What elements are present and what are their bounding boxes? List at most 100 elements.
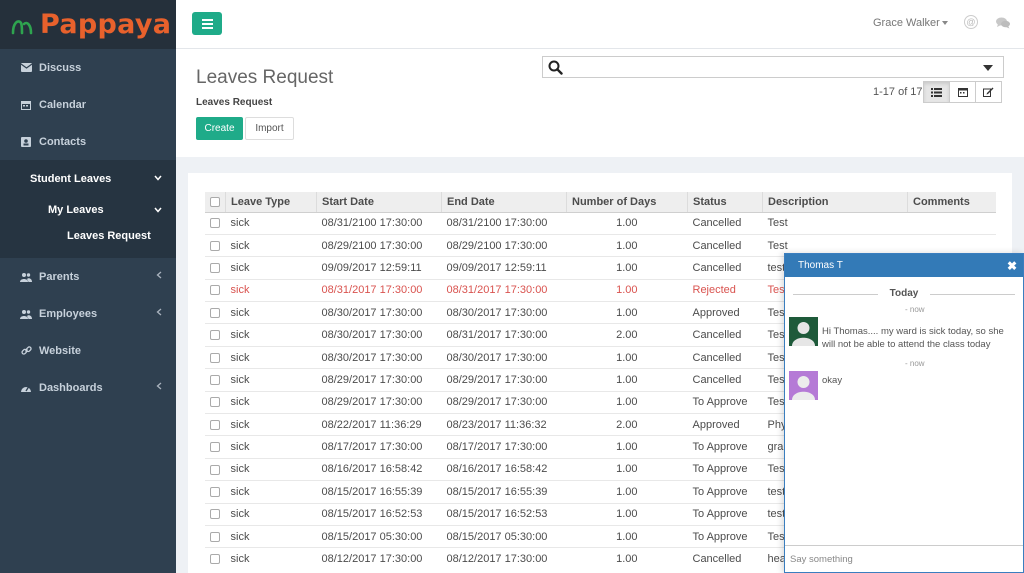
user-menu[interactable]: Grace Walker [873, 17, 940, 29]
row-checkbox[interactable] [210, 509, 220, 520]
column-header-number-of-days[interactable]: Number of Days [566, 192, 688, 213]
status-cell: Approved [687, 301, 763, 324]
column-header-end-date[interactable]: End Date [441, 192, 567, 213]
purple-avatar-icon [789, 371, 818, 400]
row-checkbox[interactable] [210, 419, 220, 430]
status-cell: Cancelled [687, 233, 763, 257]
chevron-left-icon [156, 382, 162, 393]
search-options-caret-icon[interactable] [983, 65, 993, 71]
row-checkbox[interactable] [210, 442, 220, 453]
row-checkbox[interactable] [210, 307, 220, 318]
row-checkbox[interactable] [210, 554, 220, 565]
top-bar: Grace Walker @ [176, 0, 1024, 49]
start-date-cell: 08/29/2017 17:30:00 [316, 368, 442, 392]
row-checkbox-cell[interactable] [205, 413, 226, 436]
column-header-status[interactable]: Status [687, 192, 763, 213]
chat-bubbles-icon[interactable] [996, 17, 1010, 32]
edit-icon [983, 87, 994, 97]
status-cell: Cancelled [687, 211, 763, 235]
status-cell: Rejected [687, 278, 763, 302]
status-cell: To Approve [687, 390, 763, 414]
column-header-comments[interactable]: Comments [907, 192, 996, 213]
page-title: Leaves Request [196, 67, 334, 88]
row-checkbox-cell[interactable] [205, 211, 226, 235]
status-cell: Approved [687, 413, 763, 436]
row-checkbox-cell[interactable] [205, 323, 226, 347]
row-checkbox[interactable] [210, 531, 220, 542]
leave-type-cell: sick [225, 457, 317, 481]
sidebar-item-leaves-request[interactable]: Leaves Request [0, 223, 176, 249]
row-checkbox[interactable] [210, 464, 220, 475]
select-all-checkbox-cell[interactable] [205, 192, 226, 213]
chat-window: Thomas T ✖ Today - now Hi Thomas.... my … [784, 253, 1024, 573]
menu-toggle-button[interactable] [192, 12, 222, 35]
end-date-cell: 08/15/2017 05:30:00 [441, 524, 567, 548]
row-checkbox[interactable] [210, 285, 220, 296]
column-header-start-date[interactable]: Start Date [316, 192, 442, 213]
chat-input-area [785, 545, 1023, 572]
status-cell: Cancelled [687, 345, 763, 369]
row-checkbox[interactable] [210, 330, 220, 341]
column-header-leave-type[interactable]: Leave Type [225, 192, 317, 213]
leave-type-cell: sick [225, 368, 317, 392]
close-icon[interactable]: ✖ [1007, 259, 1017, 273]
row-checkbox-cell[interactable] [205, 547, 226, 571]
row-checkbox[interactable] [210, 263, 220, 274]
row-checkbox-cell[interactable] [205, 278, 226, 302]
row-checkbox-cell[interactable] [205, 480, 226, 504]
brand[interactable]: Pappaya [0, 0, 176, 49]
column-header-description[interactable]: Description [762, 192, 908, 213]
calendar-view-button[interactable] [949, 81, 976, 103]
at-sign-icon[interactable]: @ [964, 15, 978, 29]
end-date-cell: 08/31/2017 17:30:00 [441, 278, 567, 302]
sidebar-item-website[interactable]: Website [0, 332, 176, 369]
sidebar-item-dashboards[interactable]: Dashboards [0, 369, 176, 406]
sidebar-item-label: Discuss [39, 61, 82, 74]
chevron-left-icon [156, 271, 162, 282]
row-checkbox[interactable] [210, 352, 220, 363]
chat-header[interactable]: Thomas T ✖ [785, 254, 1023, 277]
student-leaves-group: Student Leaves My Leaves Leaves Request [0, 160, 176, 258]
row-checkbox[interactable] [210, 240, 220, 251]
day-label: Today [877, 288, 931, 299]
row-checkbox-cell[interactable] [205, 502, 226, 526]
start-date-cell: 08/17/2017 17:30:00 [316, 435, 442, 459]
row-checkbox-cell[interactable] [205, 435, 226, 459]
row-checkbox[interactable] [210, 486, 220, 497]
sidebar-item-label: My Leaves [48, 204, 104, 216]
search-icon[interactable] [548, 60, 563, 78]
sidebar-item-my-leaves[interactable]: My Leaves [0, 197, 176, 223]
logo-icon [11, 19, 33, 34]
row-checkbox-cell[interactable] [205, 345, 226, 369]
sidebar-item-employees[interactable]: Employees [0, 295, 176, 332]
sidebar-item-student-leaves[interactable]: Student Leaves [0, 160, 176, 197]
create-button[interactable]: Create [196, 117, 243, 140]
row-checkbox-cell[interactable] [205, 368, 226, 392]
search-input[interactable] [569, 59, 969, 75]
row-checkbox-cell[interactable] [205, 457, 226, 481]
caret-down-icon[interactable] [942, 21, 948, 25]
pager-value[interactable]: 1-17 of 17 [873, 86, 923, 98]
row-checkbox[interactable] [210, 397, 220, 408]
list-view-button[interactable] [923, 81, 950, 103]
sidebar-item-calendar[interactable]: Calendar [0, 86, 176, 123]
chat-message-input[interactable] [785, 546, 1023, 572]
row-checkbox-cell[interactable] [205, 301, 226, 324]
row-checkbox[interactable] [210, 218, 220, 229]
leave-type-cell: sick [225, 278, 317, 302]
row-checkbox-cell[interactable] [205, 233, 226, 257]
row-checkbox-cell[interactable] [205, 256, 226, 280]
row-checkbox-cell[interactable] [205, 390, 226, 414]
sidebar-item-discuss[interactable]: Discuss [0, 49, 176, 86]
table-row[interactable]: sick 08/31/2100 17:30:00 08/31/2100 17:30:… [205, 211, 996, 235]
form-view-button[interactable] [975, 81, 1002, 103]
select-all-checkbox[interactable] [210, 196, 220, 207]
list-icon [931, 87, 942, 97]
row-checkbox-cell[interactable] [205, 524, 226, 548]
row-checkbox[interactable] [210, 375, 220, 386]
number-of-days-cell: 1.00 [566, 233, 688, 257]
import-button[interactable]: Import [245, 117, 294, 140]
end-date-cell: 08/30/2017 17:30:00 [441, 345, 567, 369]
sidebar-item-parents[interactable]: Parents [0, 258, 176, 295]
sidebar-item-contacts[interactable]: Contacts [0, 123, 176, 160]
